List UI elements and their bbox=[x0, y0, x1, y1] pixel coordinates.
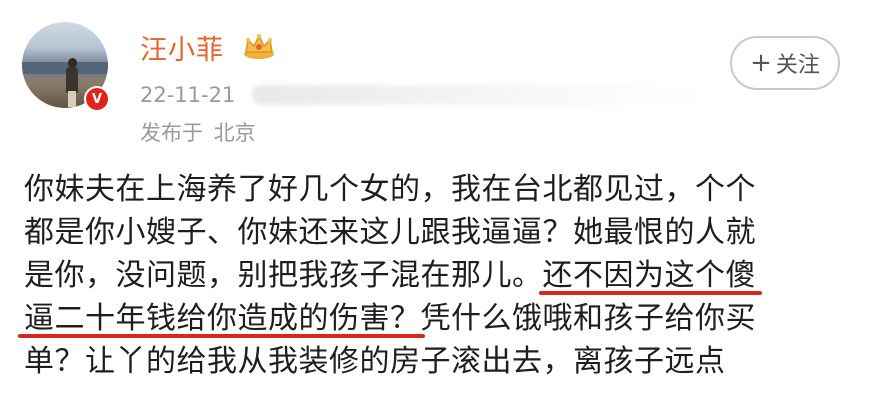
post-line-3: 是你，没问题，别把我孩子混在那儿。还不因为这个傻 bbox=[24, 254, 870, 297]
follow-button[interactable]: + 关注 bbox=[730, 36, 840, 90]
crown-icon bbox=[244, 34, 274, 59]
red-underline-1 bbox=[538, 291, 762, 295]
weibo-post: V 汪小菲 22-11-21 发布于 北京 + 关注 你妹夫在上海养了好几个女的… bbox=[0, 0, 870, 402]
post-location: 发布于 北京 bbox=[140, 121, 256, 145]
highlight-text-2: 逼二十年钱给你造成的伤害？ bbox=[24, 301, 421, 336]
avatar-person-body bbox=[66, 67, 78, 93]
blurred-redaction bbox=[252, 85, 702, 105]
post-line-2: 都是你小嫂子、你妹还来这儿跟我逼逼？她最恨的人就 bbox=[24, 215, 756, 250]
post-body: 你妹夫在上海养了好几个女的，我在台北都见过，个个 都是你小嫂子、你妹还来这儿跟我… bbox=[18, 168, 870, 383]
red-underline-2 bbox=[18, 334, 425, 338]
post-line-4: 逼二十年钱给你造成的伤害？ 凭什么饿哦和孩子给你买 bbox=[18, 297, 870, 340]
username[interactable]: 汪小菲 bbox=[140, 28, 224, 67]
verified-v-icon: V bbox=[84, 86, 110, 112]
follow-button-label: 关注 bbox=[775, 53, 820, 78]
post-line-4-highlight: 逼二十年钱给你造成的伤害？ bbox=[18, 301, 425, 338]
post-line-5: 单？让丫的给我从我装修的房子滚出去，离孩子远点 bbox=[24, 344, 726, 379]
plus-icon: + bbox=[750, 48, 772, 78]
post-line-3-plain: 是你，没问题，别把我孩子混在那儿。 bbox=[24, 258, 543, 293]
post-timestamp: 22-11-21 bbox=[140, 83, 236, 107]
post-line-3-highlight: 还不因为这个傻 bbox=[538, 258, 762, 295]
avatar-sea bbox=[22, 62, 108, 74]
avatar-person-legs bbox=[68, 91, 76, 107]
post-line-4-plain: 凭什么饿哦和孩子给你买 bbox=[420, 301, 756, 336]
post-line-1: 你妹夫在上海养了好几个女的，我在台北都见过，个个 bbox=[24, 172, 756, 207]
highlight-text-1: 还不因为这个傻 bbox=[542, 258, 756, 293]
